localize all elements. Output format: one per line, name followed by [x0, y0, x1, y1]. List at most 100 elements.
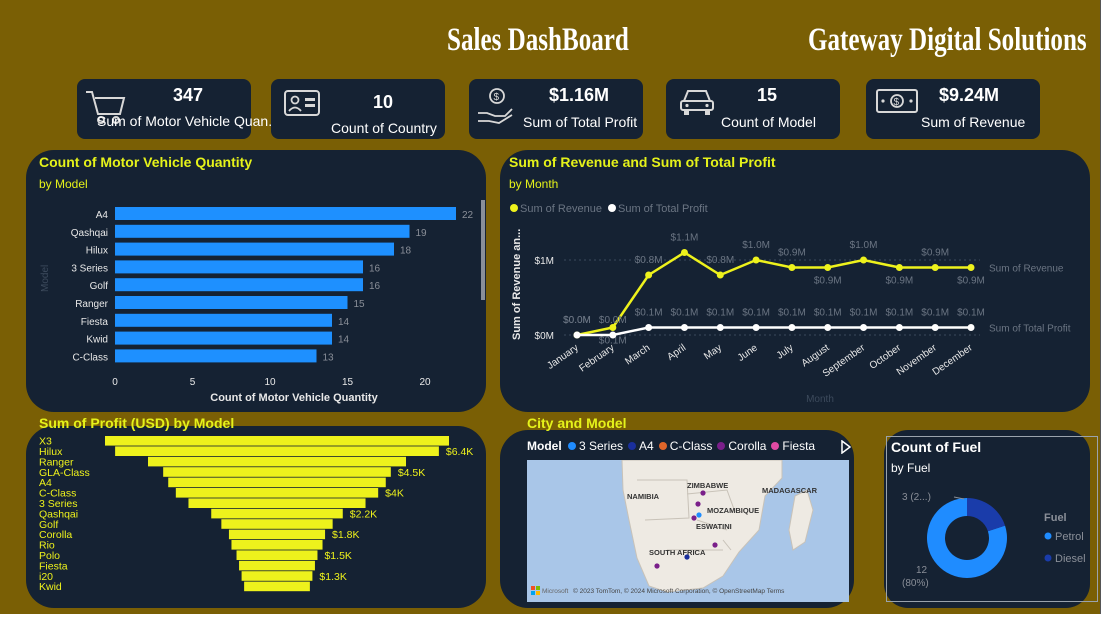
map-attribution[interactable]: © 2023 TomTom, © 2024 Microsoft Corporat…	[573, 587, 785, 595]
data-label: 22	[462, 210, 474, 221]
map-brand: Microsoft	[542, 588, 569, 595]
legend: Sum of Revenue Sum of Total Profit	[510, 203, 708, 215]
kpi-label: Sum of Revenue	[921, 114, 1026, 130]
legend-dot	[771, 442, 780, 450]
scrollbar[interactable]	[481, 200, 485, 300]
dashboard-title: Sales DashBoard	[447, 22, 629, 58]
data-point	[573, 331, 581, 339]
vehicle-quantity-bar-chart: Model Count of Motor Vehicle Quantity A4…	[40, 200, 485, 404]
map-legend-item[interactable]: 3 Series	[568, 439, 623, 453]
map-legend-item[interactable]: A4	[628, 439, 654, 453]
fuel-legend-marker	[1044, 532, 1052, 540]
kpi-card-model[interactable]: 15 Count of Model	[666, 79, 840, 139]
fuel-legend-label: Petrol	[1055, 531, 1084, 543]
data-point	[645, 324, 653, 331]
y-axis-label: Sum of Revenue an...	[511, 229, 523, 340]
data-label: $1.8K	[332, 529, 359, 541]
money-hand-icon: $	[478, 88, 513, 124]
data-point	[931, 324, 939, 331]
y-axis-label: Model	[40, 265, 51, 292]
legend-label-profit: Sum of Total Profit	[618, 203, 708, 215]
funnel-bar	[239, 560, 315, 571]
category-label: Fiesta	[81, 317, 109, 328]
line-end-label: Sum of Total Profit	[989, 324, 1071, 335]
data-point	[716, 324, 724, 331]
city-marker[interactable]	[684, 554, 690, 560]
kpi-card-revenue[interactable]: $ $9.24M Sum of Revenue	[866, 79, 1040, 139]
data-label: $0.9M	[921, 248, 949, 259]
data-point	[895, 324, 903, 331]
data-label: $6.4K	[446, 446, 473, 458]
funnel-bar	[175, 488, 379, 498]
funnel-bar	[148, 456, 406, 467]
kpi-value: 15	[757, 85, 778, 105]
bar	[115, 296, 348, 309]
x-tick-label: 5	[190, 377, 196, 388]
category-label: Ranger	[75, 299, 108, 310]
svg-text:$: $	[494, 92, 500, 103]
funnel-bar	[221, 519, 333, 529]
place-eswatini: ESWATINI	[696, 522, 732, 531]
legend-marker-profit	[608, 204, 616, 212]
map-view[interactable]: ZIMBABWE NAMIBIA MADAGASCAR MOZAMBIQUE E…	[527, 460, 849, 602]
data-label: $0.9M	[957, 276, 985, 287]
legend-label: A4	[639, 439, 654, 453]
data-point	[895, 264, 903, 271]
play-icon[interactable]	[840, 440, 852, 454]
x-tick-label: December	[931, 342, 976, 378]
data-label: $1.0M	[742, 240, 770, 251]
fuel-legend-label: Diesel	[1055, 553, 1086, 565]
funnel-bar	[105, 436, 449, 446]
x-tick-label: April	[665, 342, 688, 362]
x-tick-label: 15	[342, 377, 354, 388]
profit-by-model-panel: Sum of Profit (USD) by Model X3 Hilux $6.4…	[26, 415, 486, 608]
data-label: 13	[323, 352, 335, 363]
city-marker[interactable]	[691, 515, 697, 521]
data-point	[824, 324, 832, 331]
city-model-panel: City and Model Model 3 Series A4 C-Class Co…	[500, 415, 854, 608]
bar	[115, 242, 394, 256]
funnel-bar	[244, 581, 310, 592]
kpi-card-country[interactable]: 10 Count of Country	[271, 79, 445, 139]
city-marker[interactable]	[712, 542, 718, 548]
city-marker[interactable]	[700, 490, 706, 496]
data-label: $0.8M	[706, 255, 734, 266]
data-point	[609, 331, 617, 339]
fuel-legend-title: Fuel	[1044, 512, 1067, 524]
kpi-card-vehicle-quantity[interactable]: 347 Sum of Motor Vehicle Quan...	[77, 79, 280, 139]
profit-funnel-chart: X3Hilux $6.4KRangerGLA-Class $4.5KA4C-Clas…	[39, 436, 473, 594]
data-label: $1.0M	[850, 240, 878, 251]
fuel-panel: Count of Fuel by Fuel 3 (2...) 12 (80%) …	[884, 430, 1098, 608]
city-marker[interactable]	[695, 501, 701, 507]
kpi-card-total-profit[interactable]: $ $1.16M Sum of Total Profit	[469, 79, 643, 139]
city-marker[interactable]	[696, 512, 702, 518]
data-point	[824, 264, 832, 271]
place-south-africa: SOUTH AFRICA	[649, 548, 706, 557]
legend-marker-revenue	[510, 204, 518, 212]
data-label: 16	[369, 281, 381, 292]
map-legend-item[interactable]: C-Class	[658, 439, 712, 453]
legend-dot	[658, 442, 667, 450]
legend-dot	[568, 442, 576, 450]
bar	[115, 313, 332, 327]
data-point	[680, 249, 688, 256]
map-legend-item[interactable]: Corolla	[717, 439, 766, 453]
data-label: $2.2K	[350, 508, 377, 520]
legend-label: 3 Series	[579, 439, 624, 453]
donut-label-diesel: 3 (2...)	[902, 492, 931, 503]
bar	[115, 349, 317, 363]
city-marker[interactable]	[654, 563, 660, 569]
place-mozambique: MOZAMBIQUE	[707, 506, 759, 515]
data-point	[860, 324, 868, 331]
kpi-label: Count of Country	[331, 120, 437, 136]
revenue-profit-line-chart: Sum of Revenue Sum of Total Profit Sum o…	[510, 203, 1071, 405]
kpi-value: 347	[173, 85, 204, 105]
data-label: $1.3K	[319, 571, 346, 583]
donut-label-petrol-count: 12	[916, 565, 928, 576]
data-label: $0.1M	[671, 308, 699, 319]
kpi-label: Sum of Motor Vehicle Quan...	[97, 113, 280, 129]
funnel-bar	[231, 540, 323, 550]
data-point	[931, 264, 939, 271]
category-label: Qashqai	[71, 228, 108, 239]
map-legend-item[interactable]: Fiesta	[771, 439, 815, 453]
